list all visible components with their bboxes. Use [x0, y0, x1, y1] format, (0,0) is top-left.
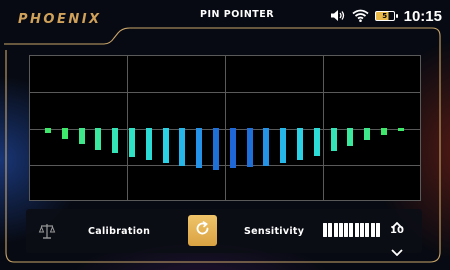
volume-icon[interactable] — [330, 7, 346, 26]
refresh-icon — [194, 220, 211, 241]
signal-bar — [347, 128, 354, 146]
signal-bar — [145, 128, 152, 160]
battery-icon: 5 — [374, 11, 398, 21]
sensitivity-segment — [360, 223, 365, 237]
signal-bar — [381, 128, 387, 136]
battery-level: 5 — [382, 12, 388, 20]
sensitivity-segment — [349, 223, 354, 237]
sensitivity-segment — [344, 223, 349, 237]
signal-bar — [263, 128, 270, 166]
signal-bar — [297, 128, 303, 160]
signal-bar — [162, 128, 169, 164]
sensitivity-segment — [328, 223, 333, 237]
signal-bar — [78, 128, 85, 144]
signal-bar — [364, 128, 371, 141]
sensitivity-segment — [365, 223, 370, 237]
signal-bar — [246, 128, 253, 168]
signal-bar — [196, 128, 203, 168]
sensitivity-meter — [323, 223, 380, 237]
sensitivity-segment — [370, 223, 375, 237]
sensitivity-segment — [375, 223, 380, 237]
chevron-down-icon[interactable] — [391, 241, 403, 257]
signal-bars — [30, 56, 420, 200]
sensitivity-stepper: 10 — [387, 214, 407, 257]
signal-bar — [397, 128, 404, 131]
signal-bar — [95, 128, 102, 150]
screen-title: PIN POINTER — [200, 9, 275, 20]
scale-icon[interactable] — [38, 222, 56, 240]
signal-bar — [213, 128, 219, 170]
sensitivity-label: Sensitivity — [244, 226, 305, 237]
sensitivity-segment — [354, 223, 359, 237]
signal-bar — [280, 128, 287, 164]
calibration-button[interactable] — [188, 215, 217, 246]
signal-bar — [313, 128, 320, 157]
chevron-up-icon[interactable] — [391, 214, 403, 229]
clock-time: 10:15 — [403, 7, 442, 25]
calibration-label: Calibration — [88, 226, 151, 237]
signal-bar — [229, 128, 236, 168]
status-area: 5 10:15 — [330, 5, 442, 27]
signal-bar — [112, 128, 119, 153]
signal-bar — [61, 128, 68, 140]
signal-bar — [179, 128, 186, 166]
signal-bar — [330, 128, 337, 152]
control-bar: Calibration Sensitivity 10 — [26, 209, 422, 257]
signal-chart — [29, 55, 421, 201]
app-logo: PHOENIX — [18, 12, 102, 27]
signal-bar — [45, 128, 51, 133]
sensitivity-value: 10 — [390, 225, 404, 236]
wifi-icon[interactable] — [352, 7, 369, 26]
header-bar: PHOENIX PIN POINTER 5 10:15 — [0, 0, 450, 32]
sensitivity-segment — [323, 223, 327, 237]
sensitivity-segment — [333, 223, 338, 237]
sensitivity-segment — [338, 223, 343, 237]
signal-bar — [129, 128, 135, 158]
